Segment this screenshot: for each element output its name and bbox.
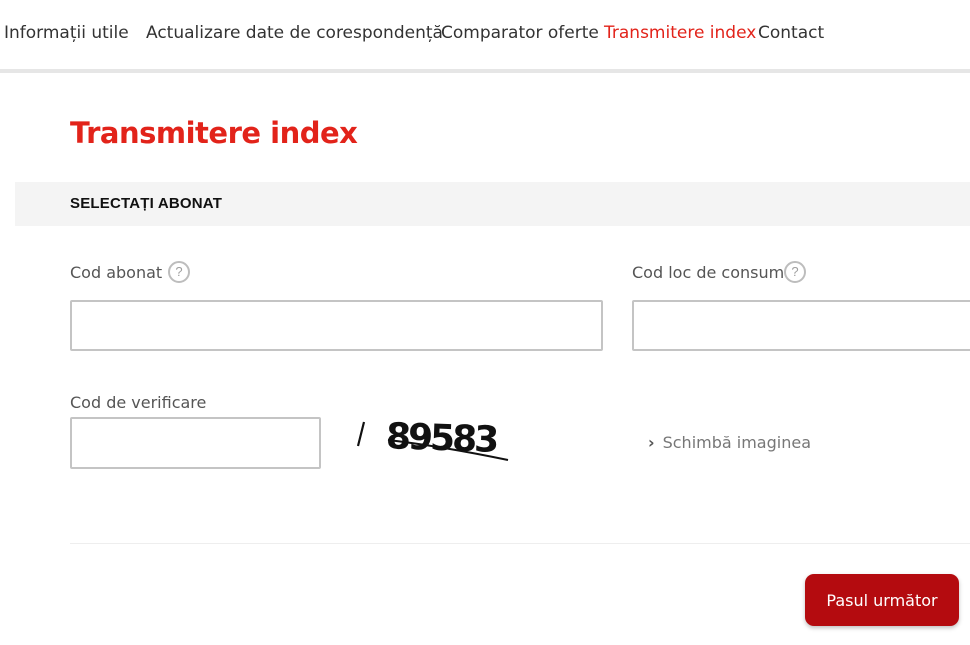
- nav-item-contact[interactable]: Contact: [758, 23, 824, 43]
- next-step-button[interactable]: Pasul următor: [805, 574, 959, 626]
- nav-item-comparator-oferte[interactable]: Comparator oferte: [441, 23, 599, 43]
- captcha-image: 89583: [356, 416, 509, 461]
- question-icon[interactable]: ?: [168, 261, 190, 283]
- cod-verificare-label: Cod de verificare: [70, 393, 207, 412]
- question-icon[interactable]: ?: [784, 261, 806, 283]
- cod-verificare-input[interactable]: [70, 417, 321, 469]
- chevron-right-icon: ›: [648, 433, 655, 452]
- change-image-link[interactable]: › Schimbă imaginea: [648, 433, 811, 452]
- page-title: Transmitere index: [70, 116, 358, 150]
- cod-abonat-label: Cod abonat: [70, 263, 163, 282]
- cod-loc-consum-input[interactable]: [632, 300, 970, 351]
- nav-item-actualizare-date[interactable]: Actualizare date de corespondență: [146, 23, 443, 43]
- section-title: SELECTAȚI ABONAT: [70, 195, 223, 212]
- change-image-label: Schimbă imaginea: [662, 433, 811, 452]
- nav-item-transmitere-index[interactable]: Transmitere index: [604, 23, 756, 43]
- cod-abonat-input[interactable]: [70, 300, 603, 351]
- section-header: SELECTAȚI ABONAT: [15, 182, 970, 226]
- divider: [70, 543, 970, 544]
- cod-loc-consum-label: Cod loc de consum: [632, 263, 785, 282]
- captcha-noise-line: [356, 421, 366, 447]
- top-navigation: Informații utile Actualizare date de cor…: [0, 0, 970, 73]
- nav-item-informatii-utile[interactable]: Informații utile: [4, 23, 129, 43]
